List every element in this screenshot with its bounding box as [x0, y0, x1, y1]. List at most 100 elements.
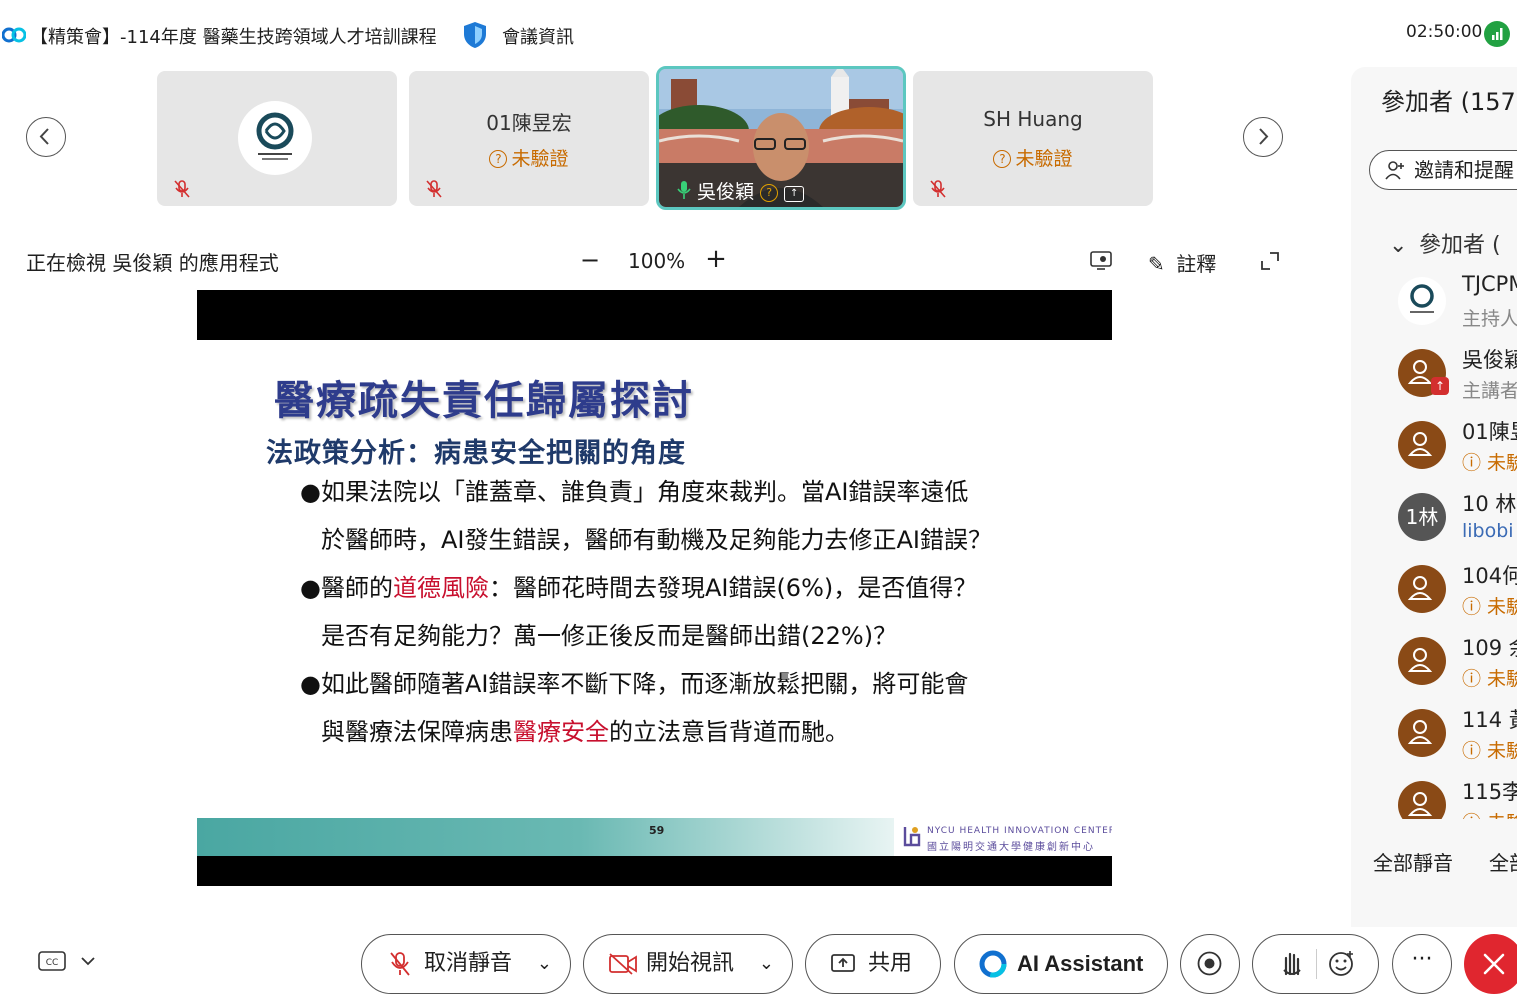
chevron-right-icon [1259, 128, 1269, 145]
slide-subtitle: 法政策分析：病患安全把關的角度 [266, 438, 686, 469]
zoom-out-button[interactable]: − [578, 246, 602, 274]
invite-remind-button[interactable]: 邀請和提醒 [1369, 150, 1517, 190]
speaker-name: 吳俊穎 [697, 181, 755, 203]
view-options-icon[interactable] [1089, 250, 1113, 272]
active-speaker-label: 吳俊穎 ? ↑ [677, 177, 805, 204]
participant-row[interactable]: TJCPM 主持人 [1351, 272, 1517, 344]
mic-muted-icon [390, 952, 410, 976]
question-circle-icon: ? [760, 184, 779, 202]
raise-hand-icon [1283, 952, 1301, 976]
participant-row[interactable]: ↑ 吳俊穎 主講者 [1351, 344, 1517, 416]
fullscreen-icon[interactable] [1259, 250, 1281, 272]
leave-meeting-button[interactable] [1464, 934, 1517, 994]
unmute-button[interactable]: 取消靜音 ⌄ [361, 934, 571, 994]
unmute-label: 取消靜音 [424, 951, 513, 976]
slide-footer-band [197, 818, 894, 856]
question-circle-icon: ? [489, 150, 508, 168]
participant-tile-active-speaker[interactable]: 吳俊穎 ? ↑ [656, 66, 906, 210]
participant-name: TJCPM [1462, 272, 1517, 296]
participant-tile-01[interactable]: 01陳昱宏 ? 未驗證 [409, 71, 649, 206]
avatar [1398, 565, 1446, 613]
emoji-icon [1329, 951, 1353, 976]
status-text: 未驗 [1487, 452, 1517, 474]
participant-status: ⓘ 未驗 [1462, 664, 1517, 691]
shield-icon[interactable] [461, 20, 489, 50]
slide-top-letterbox [197, 290, 1112, 340]
more-options-button[interactable]: ··· [1392, 934, 1452, 994]
ai-assistant-icon [979, 950, 1007, 978]
participant-row[interactable]: 1林 10 林 libobi [1351, 488, 1517, 560]
question-circle-icon: ? [993, 150, 1012, 168]
participant-name: 114 黃 [1462, 708, 1517, 732]
slide-bullet-line: ●醫師的道德風險：醫師花時間去發現AI錯誤(6%)，是否值得？ [300, 572, 977, 604]
panel-title: 參加者 (157) [1381, 88, 1517, 116]
tile-status: ? 未驗證 [409, 144, 649, 171]
chevron-down-icon[interactable] [80, 953, 96, 969]
participants-panel: 參加者 (157) 邀請和提醒 ⌄ 參加者 ( TJCPM 主持人 ↑ 吳俊穎 主… [1351, 67, 1517, 927]
annotate-button[interactable]: ✎ 註釋 [1148, 248, 1216, 277]
participant-status: ⓘ 未驗 [1462, 736, 1517, 763]
participant-row[interactable]: 115李 ⓘ 未驗 [1351, 776, 1517, 819]
ai-assistant-label: AI Assistant [1017, 951, 1144, 976]
avatar: 1林 [1398, 493, 1446, 541]
participant-name: 01陳昱 [1462, 420, 1517, 444]
webex-logo-icon [2, 27, 26, 43]
unmute-all-button[interactable]: 全部 [1489, 847, 1517, 876]
mic-muted-icon [930, 180, 946, 198]
participants-section-header[interactable]: ⌄ 參加者 ( [1389, 227, 1501, 259]
chevron-down-icon: ⌄ [758, 953, 774, 974]
ai-assistant-button[interactable]: AI Assistant [954, 934, 1168, 994]
avatar [1398, 709, 1446, 757]
add-person-icon [1385, 161, 1404, 180]
share-label: 共用 [868, 951, 913, 976]
closed-caption-icon[interactable]: CC [38, 951, 66, 973]
participant-status: ⓘ 未驗 [1462, 448, 1517, 475]
slide-bullet-line: 於醫師時，AI發生錯誤，醫師有動機及足夠能力去修正AI錯誤？ [321, 526, 992, 554]
start-video-label: 開始視訊 [646, 951, 735, 976]
participant-name: 115李 [1462, 780, 1517, 804]
record-button[interactable] [1180, 934, 1240, 994]
tile-status-text: 未驗證 [1015, 148, 1073, 170]
participant-status: ⓘ 未驗 [1462, 808, 1517, 819]
participant-row[interactable]: 104何 ⓘ 未驗 [1351, 560, 1517, 632]
participant-role: 主持人 [1462, 308, 1517, 330]
chevron-down-icon: ⌄ [536, 953, 552, 974]
zoom-in-button[interactable]: + [704, 244, 728, 274]
slide-bottom-letterbox [197, 856, 1112, 886]
meeting-title: 【精策會】-114年度 醫藥生技跨領域人才培訓課程 [30, 27, 437, 48]
participant-row[interactable]: 109 余 ⓘ 未驗 [1351, 632, 1517, 704]
annotate-label: 註釋 [1176, 252, 1217, 276]
line-text: 與醫療法保障病患 [321, 718, 513, 746]
record-icon [1197, 951, 1222, 976]
network-signal-icon[interactable] [1484, 21, 1510, 47]
participant-tile-sh-huang[interactable]: SH Huang ? 未驗證 [913, 71, 1153, 206]
meeting-info-link[interactable]: 會議資訊 [502, 23, 574, 49]
slide-bullet-line: 與醫療法保障病患醫療安全的立法意旨背道而馳。 [321, 716, 849, 748]
person-icon [1407, 648, 1433, 672]
section-header-label: 參加者 ( [1419, 233, 1501, 258]
status-text: 未驗 [1487, 668, 1517, 690]
highlight-text: 道德風險 [392, 574, 489, 602]
start-video-button[interactable]: 開始視訊 ⌄ [583, 934, 793, 994]
line-text: 的立法意旨背道而馳。 [609, 718, 849, 746]
tile-status: ? 未驗證 [913, 144, 1153, 171]
participant-tile-host[interactable] [157, 71, 397, 206]
sharing-icon: ↑ [784, 186, 805, 202]
strip-prev-button[interactable] [26, 117, 66, 157]
avatar [1398, 637, 1446, 685]
mute-all-button[interactable]: 全部靜音 [1373, 847, 1453, 876]
participant-name: 104何 [1462, 564, 1517, 588]
line-text: ：醫師花時間去發現AI錯誤(6%)，是否值得？ [488, 574, 978, 602]
participant-row[interactable]: 01陳昱 ⓘ 未驗 [1351, 416, 1517, 488]
avatar [1398, 277, 1446, 325]
nycu-logo-icon [903, 827, 921, 847]
strip-next-button[interactable] [1243, 117, 1283, 157]
person-icon [1407, 720, 1433, 744]
participant-name: 吳俊穎 [1462, 348, 1517, 372]
reactions-button[interactable] [1252, 934, 1379, 994]
footer-org-zh: 國立陽明交通大學健康創新中心 [927, 842, 1095, 853]
participant-row[interactable]: 114 黃 ⓘ 未驗 [1351, 704, 1517, 776]
chevron-left-icon [39, 128, 49, 145]
person-icon [1407, 432, 1433, 456]
share-button[interactable]: 共用 [805, 934, 941, 994]
